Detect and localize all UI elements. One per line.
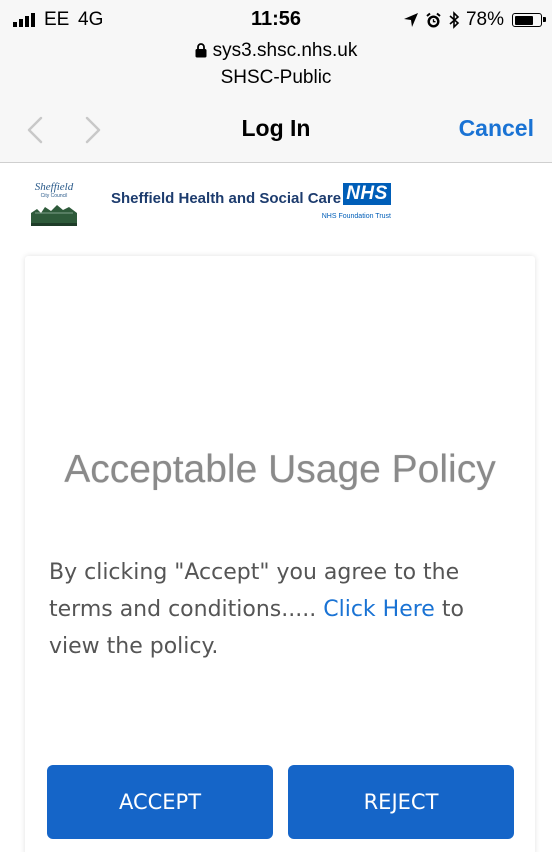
logo-banner: Sheffield City Council Sheffield Health …	[25, 177, 395, 233]
url-text: sys3.shsc.nhs.uk	[212, 40, 358, 61]
reject-button[interactable]: REJECT	[288, 765, 514, 839]
bluetooth-icon	[449, 11, 460, 29]
policy-card: Acceptable Usage Policy By clicking "Acc…	[25, 256, 535, 852]
status-indicators: 78%	[403, 9, 546, 31]
click-here-link[interactable]: Click Here	[323, 597, 435, 622]
alarm-clock-icon	[426, 12, 441, 27]
lock-icon	[195, 43, 207, 58]
page-content: Sheffield City Council Sheffield Health …	[0, 163, 552, 852]
cancel-button[interactable]: Cancel	[459, 115, 534, 142]
council-subtitle: City Council	[40, 193, 68, 199]
trust-name: Sheffield Health and Social Care	[111, 190, 342, 207]
policy-heading: Acceptable Usage Policy	[64, 448, 496, 491]
nhs-logo: NHS	[343, 183, 391, 205]
council-name: Sheffield	[34, 181, 74, 193]
nhs-foundation-trust-label: NHS Foundation Trust	[321, 213, 391, 220]
battery-fill	[514, 15, 534, 25]
status-bar: EE 4G 11:56 78%	[0, 0, 552, 40]
site-name: SHSC-Public	[220, 67, 332, 88]
nav-bar: Log In Cancel	[0, 98, 552, 163]
battery-percent: 78%	[465, 9, 504, 30]
battery-icon	[512, 13, 546, 27]
url-bar[interactable]: sys3.shsc.nhs.uk SHSC-Public	[0, 40, 552, 98]
location-arrow-icon	[403, 13, 418, 27]
accept-button[interactable]: ACCEPT	[47, 765, 273, 839]
url-line: sys3.shsc.nhs.uk	[0, 40, 552, 62]
policy-text: By clicking "Accept" you agree to the te…	[49, 554, 519, 665]
battery-cap	[543, 17, 546, 22]
screen: EE 4G 11:56 78% sys3.shsc.nhs.uk SHSC-Pu…	[0, 0, 552, 852]
